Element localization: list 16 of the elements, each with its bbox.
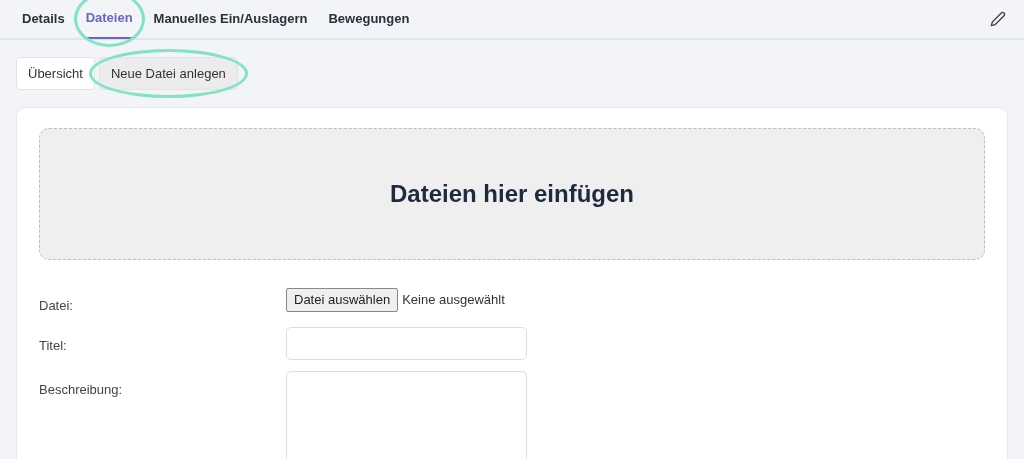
tab[interactable]: Manuelles Ein/Auslagern — [151, 0, 310, 39]
file-choose-button[interactable]: Datei auswählen — [286, 288, 399, 312]
field-label: Titel: — [39, 336, 68, 355]
title-field[interactable] — [286, 326, 527, 360]
tab[interactable]: Details — [20, 0, 67, 39]
file-status: Keine ausgewählt — [402, 291, 505, 310]
view-button[interactable]: Übersicht — [16, 57, 95, 90]
field-label: Datei: — [39, 297, 74, 315]
field-label: Beschreibung: — [39, 380, 124, 399]
edit-icon[interactable] — [990, 11, 1006, 27]
tab[interactable]: Bewegungen — [326, 0, 412, 39]
drop-zone[interactable]: Dateien hier einfügen — [39, 128, 985, 260]
view-button[interactable]: Neue Datei anlegen — [98, 57, 238, 90]
description-field[interactable] — [286, 370, 527, 459]
drop-zone-text: Dateien hier einfügen — [389, 179, 634, 209]
tab[interactable]: Dateien — [83, 0, 135, 39]
